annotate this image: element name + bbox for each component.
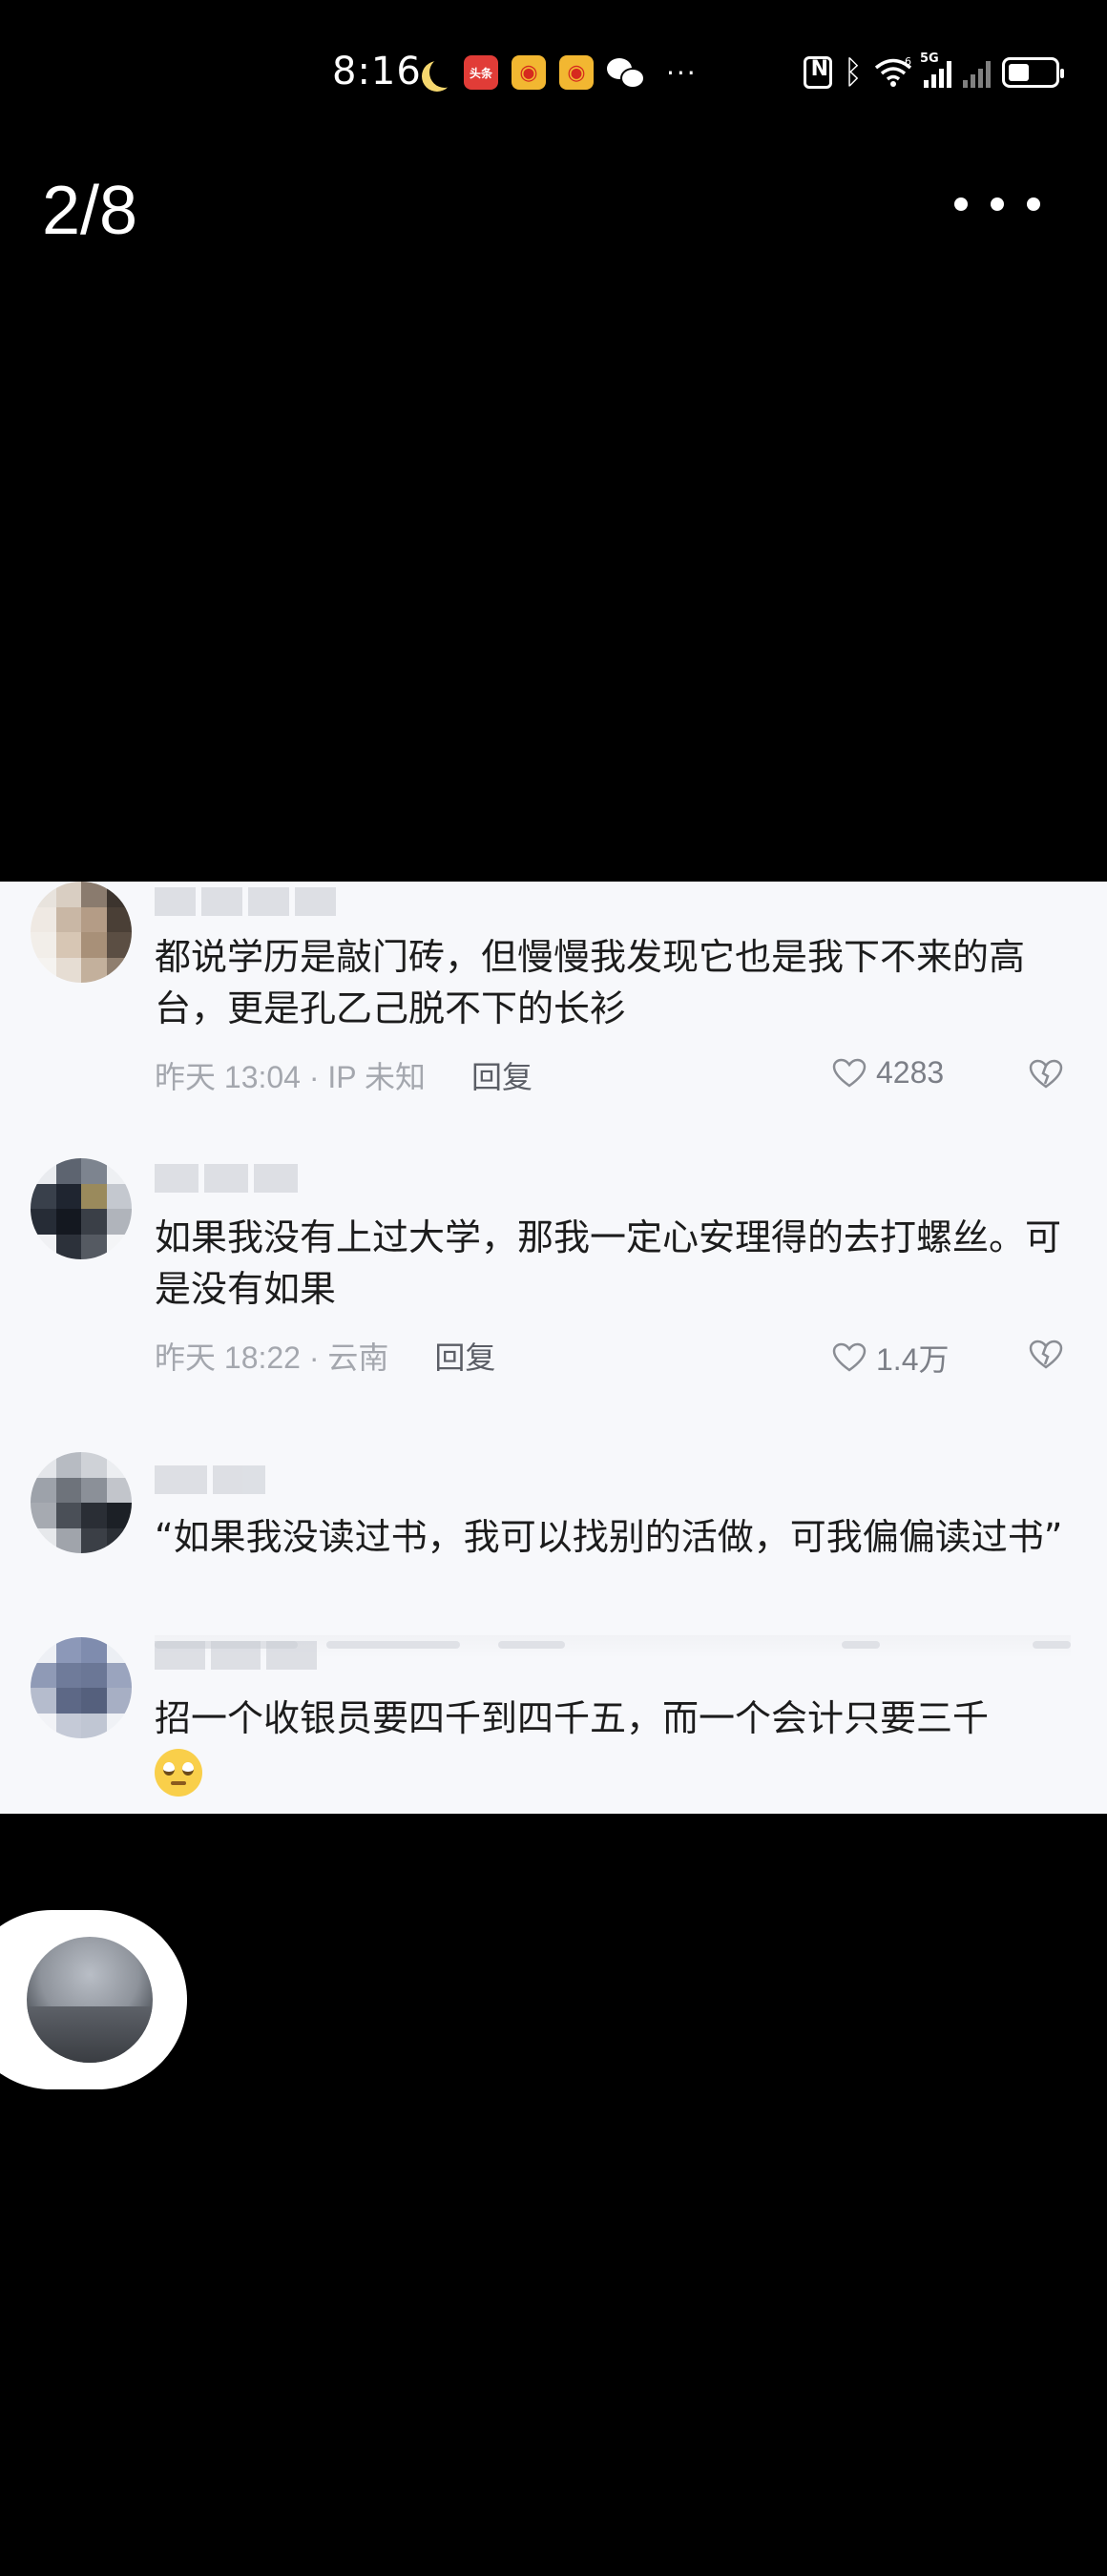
comment-meta: 昨天 18:22 · 云南 回复 (155, 1334, 495, 1378)
comment-meta: 昨天 13:04 · IP 未知 回复 (155, 1053, 533, 1097)
like-button[interactable]: 1.4万 (832, 1336, 950, 1380)
comment-text: 招一个收银员要四千到四千五，而一个会计只要三千 (155, 1693, 1071, 1797)
toutiao-icon: 头条 (464, 55, 498, 90)
comment-text: 都说学历是敲门砖，但慢慢我发现它也是我下不来的高台，更是孔乙己脱不下的长衫 (155, 936, 1026, 1029)
comment-time: 昨天 13:04 · IP 未知 (155, 1060, 426, 1094)
comment-text: 如果我没有上过大学，那我一定心安理得的去打螺丝。可是没有如果 (155, 1216, 1062, 1310)
username-blurred (155, 1641, 318, 1670)
reply-button[interactable]: 回复 (434, 1334, 495, 1378)
page-counter: 2/8 (42, 173, 138, 249)
status-time: 8:16 (332, 50, 422, 93)
avatar (31, 882, 132, 983)
broken-heart-icon (1029, 1340, 1063, 1369)
signal-label: 5G (920, 52, 939, 66)
username-blurred (155, 887, 336, 916)
svg-text:6: 6 (905, 57, 911, 68)
notification-overflow: ··· (666, 56, 698, 89)
battery-icon (1002, 57, 1064, 88)
wechat-icon (607, 56, 645, 89)
like-count: 4283 (876, 1055, 945, 1090)
status-bar: 8:16 头条 ◉ ◉ ··· ᛒ 6 5G (0, 0, 1107, 153)
comment-time: 昨天 18:22 · 云南 (155, 1340, 389, 1375)
username-blurred (155, 1164, 298, 1193)
weibo-icon: ◉ (512, 55, 546, 90)
username-blurred (155, 1465, 265, 1494)
dislike-button[interactable] (1029, 1059, 1063, 1090)
broken-heart-icon (1029, 1059, 1063, 1089)
floating-avatar[interactable] (27, 1937, 153, 2063)
signal-icon (963, 57, 991, 88)
notification-icons: 头条 ◉ ◉ ··· (420, 55, 698, 90)
battery-level (1009, 64, 1029, 81)
more-dots-icon (954, 197, 968, 211)
more-button[interactable] (954, 183, 1040, 225)
dislike-button[interactable] (1029, 1340, 1063, 1370)
like-button[interactable]: 4283 (832, 1055, 944, 1091)
moon-icon (429, 57, 460, 88)
comment-screenshot[interactable]: 都说学历是敲门砖，但慢慢我发现它也是我下不来的高台，更是孔乙己脱不下的长衫 昨天… (0, 882, 1107, 1814)
avatar (31, 1637, 132, 1738)
system-icons: ᛒ 6 5G (803, 52, 1064, 92)
signal-icon: 5G (920, 52, 951, 88)
heart-icon (832, 1058, 867, 1089)
heart-icon (832, 1342, 867, 1373)
reply-button[interactable]: 回复 (471, 1053, 533, 1097)
rolling-eyes-emoji (155, 1748, 202, 1797)
avatar (31, 1158, 132, 1259)
wifi-icon: 6 (874, 55, 912, 88)
bluetooth-icon: ᛒ (843, 53, 863, 92)
like-count: 1.4万 (876, 1342, 950, 1377)
nfc-icon (803, 56, 832, 89)
comment-text-body: 招一个收银员要四千到四千五，而一个会计只要三千 (155, 1697, 990, 1739)
comment-text: “如果我没读过书，我可以找别的活做，可我偏偏读过书” (155, 1516, 1063, 1558)
weibo-icon: ◉ (559, 55, 594, 90)
avatar (31, 1452, 132, 1553)
